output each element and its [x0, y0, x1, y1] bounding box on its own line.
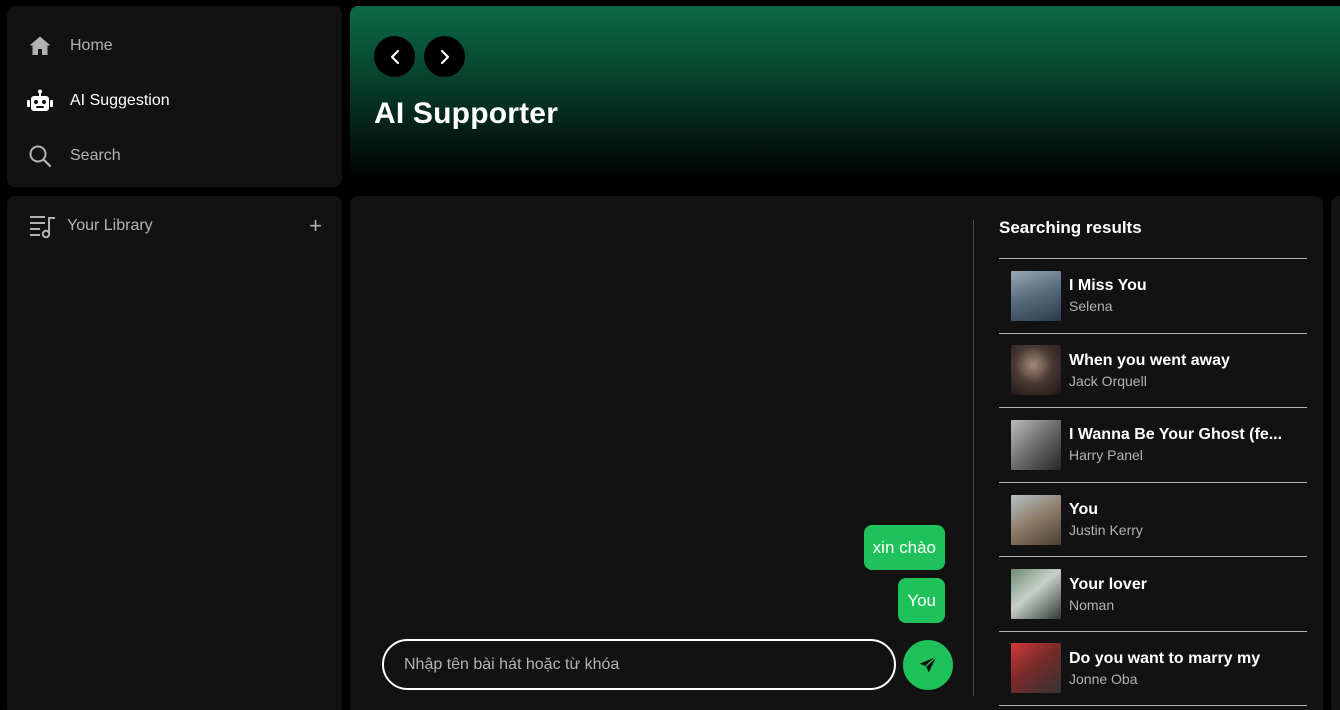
library-header: Your Library + — [7, 196, 342, 256]
home-icon — [27, 33, 53, 59]
robot-icon — [27, 88, 53, 114]
nav-item-home[interactable]: Home — [7, 18, 342, 73]
plus-icon[interactable]: + — [309, 215, 322, 237]
results-list: I Miss You Selena When you went away Jac… — [999, 258, 1307, 706]
chat-area: xin chào You — [350, 196, 973, 710]
send-button[interactable] — [903, 640, 953, 690]
search-icon — [27, 143, 53, 169]
album-thumbnail — [1011, 270, 1061, 321]
album-thumbnail — [1011, 569, 1061, 620]
forward-button[interactable] — [424, 36, 465, 77]
page-header: AI Supporter — [350, 6, 1340, 196]
album-thumbnail — [1011, 419, 1061, 470]
nav-item-label: Search — [70, 146, 121, 164]
album-thumbnail — [1011, 494, 1061, 545]
album-thumbnail — [1011, 643, 1061, 694]
library-panel: Your Library + — [7, 196, 342, 710]
song-title: I Wanna Be Your Ghost (fe... — [1069, 426, 1283, 444]
song-artist: Jonne Oba — [1069, 670, 1138, 687]
chat-input[interactable] — [404, 655, 894, 674]
result-item[interactable]: Do you want to marry my Jonne Oba — [999, 630, 1307, 706]
nav-item-label: AI Suggestion — [70, 91, 170, 109]
album-thumbnail — [1011, 345, 1061, 396]
page-title: AI Supporter — [374, 97, 559, 130]
chat-message: You — [898, 578, 945, 623]
song-artist: Justin Kerry — [1069, 522, 1143, 539]
back-button[interactable] — [374, 36, 415, 77]
result-item[interactable]: You Justin Kerry — [999, 481, 1307, 557]
right-panel-edge — [1331, 196, 1340, 710]
divider — [973, 220, 974, 696]
song-title: Your lover — [1069, 575, 1147, 593]
main-nav: Home AI Suggestion Search — [7, 6, 342, 187]
song-artist: Noman — [1069, 596, 1115, 613]
chat-message: xin chào — [863, 525, 945, 570]
main-panel: xin chào You Searching results I Miss Yo… — [350, 196, 1323, 710]
song-artist: Harry Panel — [1069, 447, 1143, 464]
nav-item-ai-suggestion[interactable]: AI Suggestion — [7, 73, 342, 128]
song-title: Do you want to marry my — [1069, 649, 1261, 667]
search-results: Searching results I Miss You Selena When… — [999, 196, 1307, 706]
song-title: When you went away — [1069, 351, 1230, 369]
results-title: Searching results — [999, 218, 1142, 237]
nav-item-label: Home — [70, 36, 113, 54]
song-title: I Miss You — [1069, 277, 1147, 295]
result-item[interactable]: When you went away Jack Orquell — [999, 332, 1307, 408]
result-item[interactable]: I Miss You Selena — [999, 258, 1307, 333]
chevron-right-icon — [440, 49, 449, 64]
song-artist: Jack Orquell — [1069, 372, 1147, 389]
send-icon — [919, 656, 937, 673]
nav-item-search[interactable]: Search — [7, 128, 342, 183]
chevron-left-icon — [390, 49, 399, 64]
song-title: You — [1069, 501, 1099, 519]
result-item[interactable]: Your lover Noman — [999, 556, 1307, 631]
library-label[interactable]: Your Library — [67, 217, 309, 235]
song-artist: Selena — [1069, 298, 1113, 315]
library-icon[interactable] — [29, 212, 57, 240]
chat-input-wrapper — [382, 639, 896, 690]
result-item[interactable]: I Wanna Be Your Ghost (fe... Harry Panel — [999, 407, 1307, 482]
